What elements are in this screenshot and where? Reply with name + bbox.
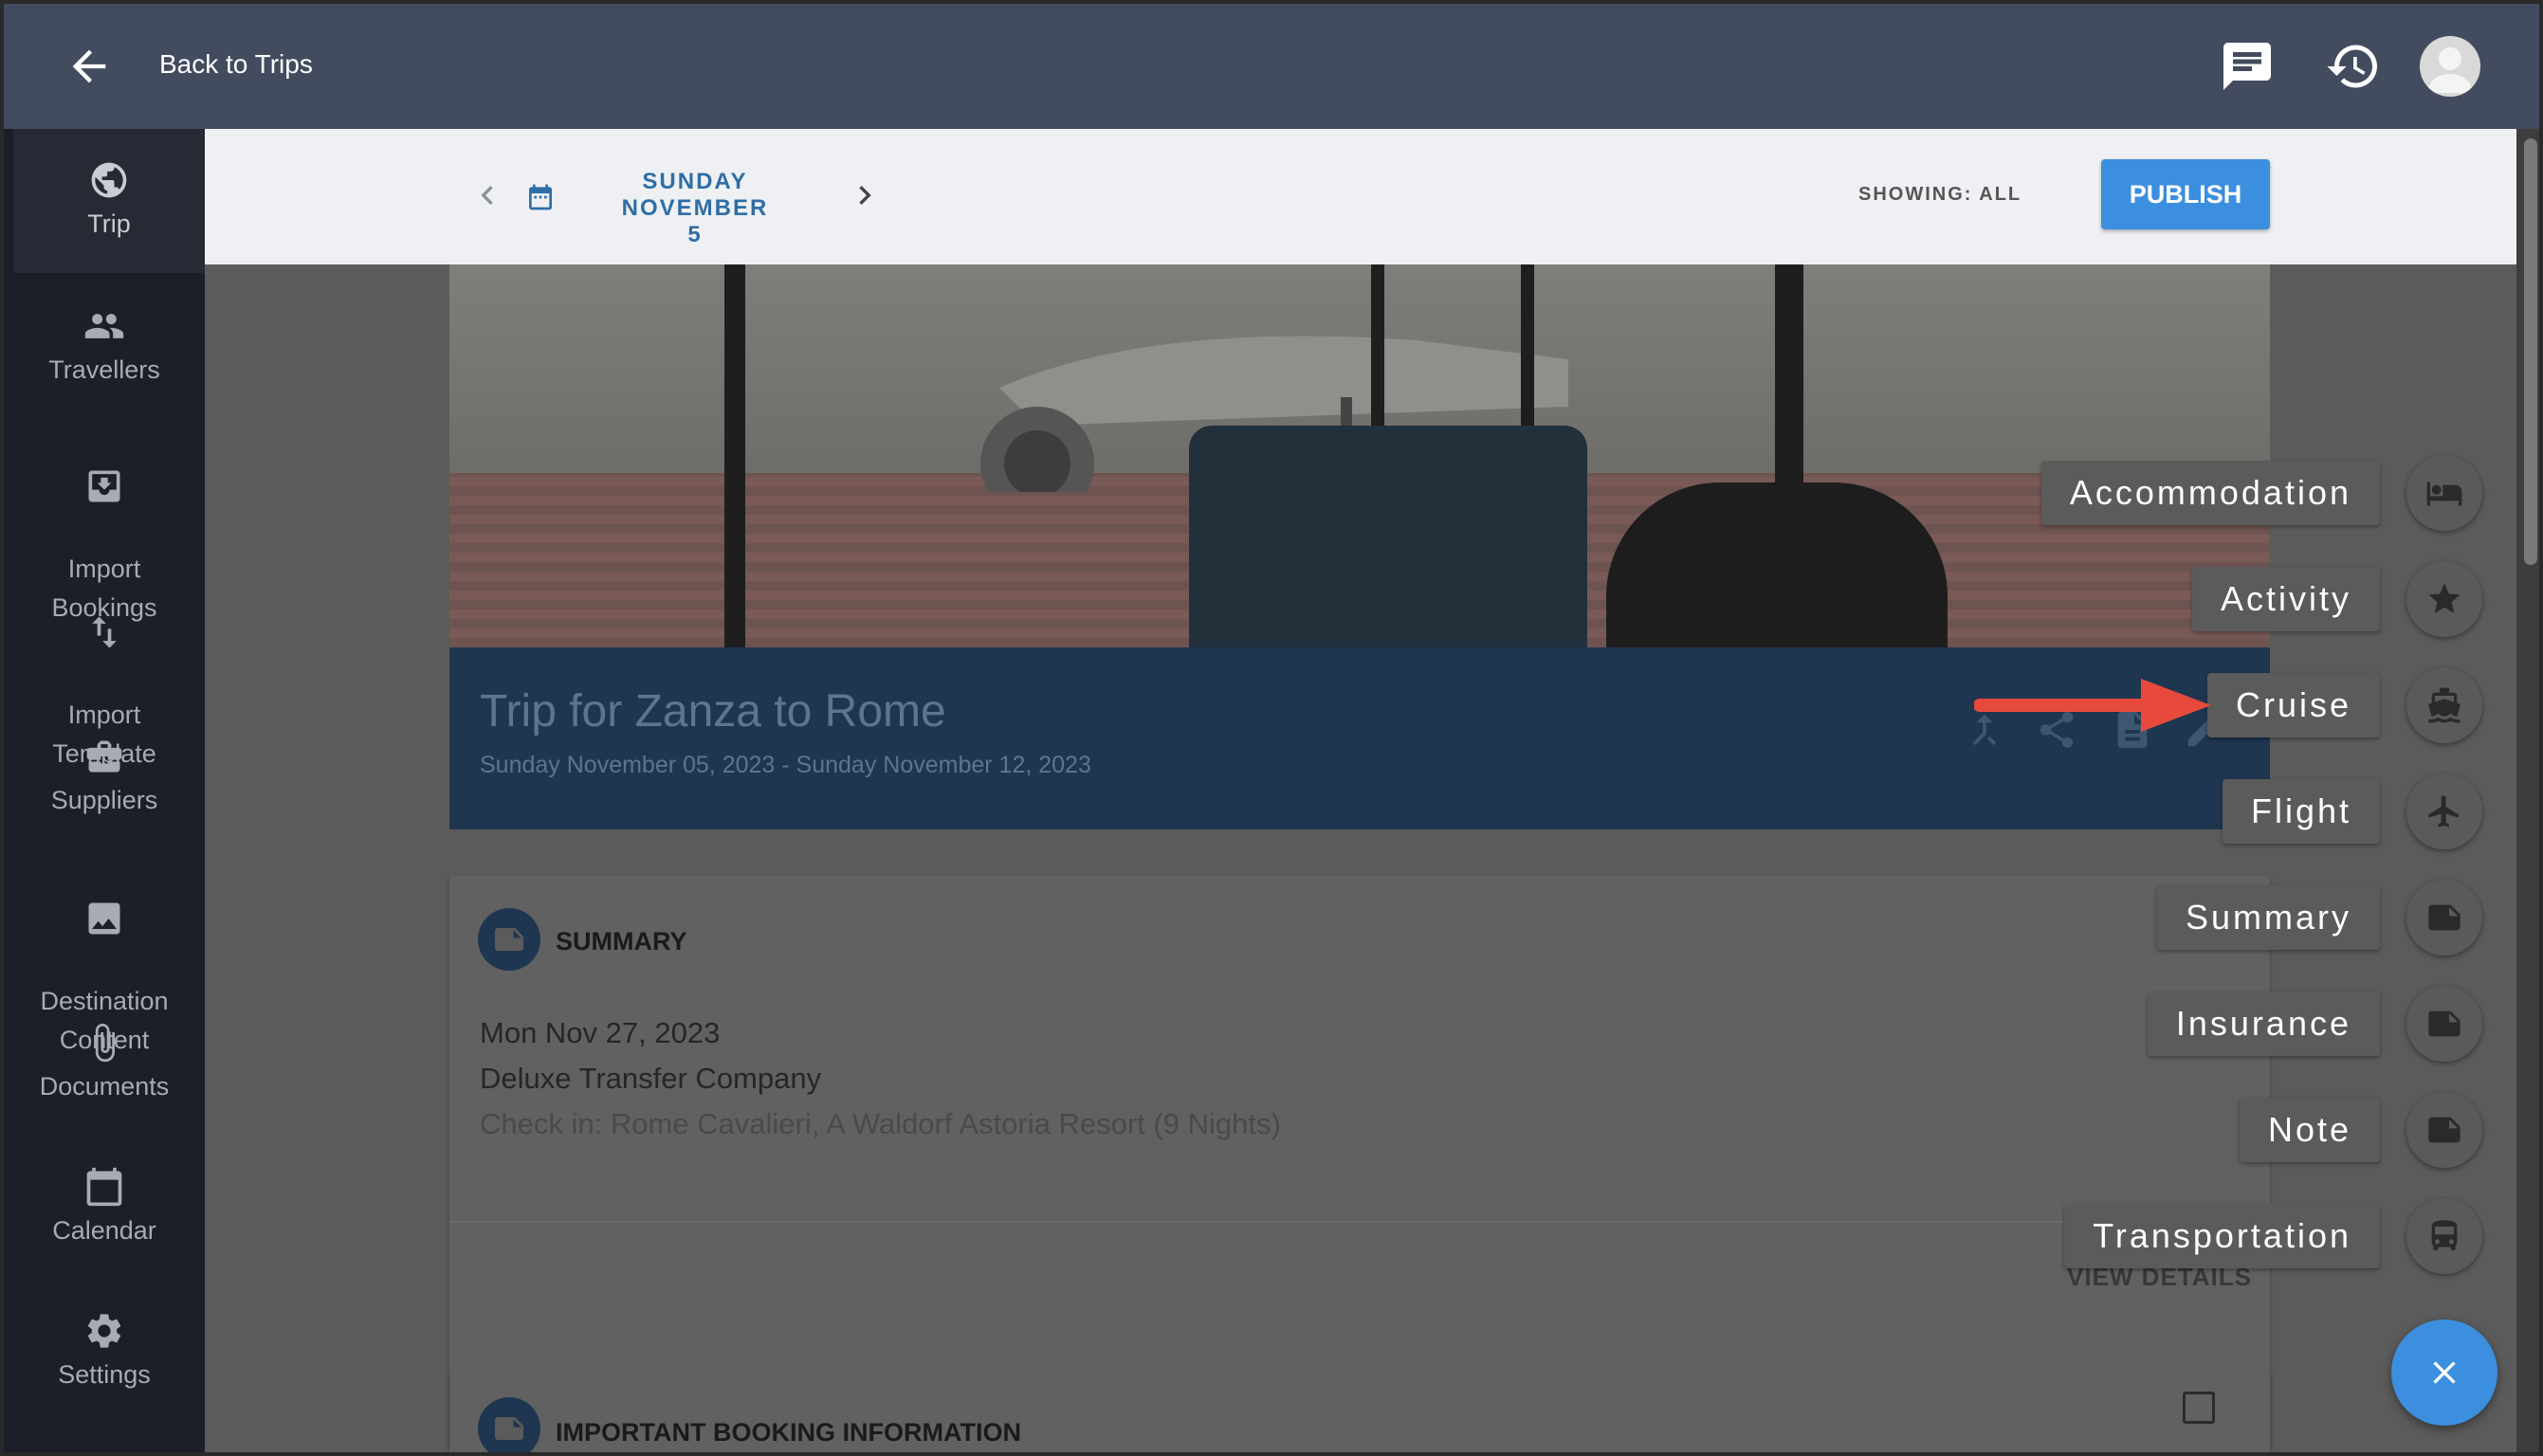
sidebar-item-trip[interactable]: Trip: [13, 129, 205, 273]
date-line-2: 5: [687, 222, 703, 247]
swap-vertical-icon: [92, 616, 117, 648]
dial-label-activity[interactable]: Activity: [2191, 567, 2380, 631]
previous-day-chevron-icon[interactable]: [468, 176, 506, 214]
note-icon: [2428, 904, 2461, 931]
summary-heading: SUMMARY: [556, 927, 687, 956]
summary-date: Mon Nov 27, 2023: [480, 1016, 721, 1049]
dial-label-cruise[interactable]: Cruise: [2206, 673, 2380, 737]
sidebar-item-documents[interactable]: Documents: [4, 1022, 205, 1106]
top-bar: Back to Trips: [4, 4, 2539, 129]
import-icon: [88, 470, 120, 502]
dial-label-transportation[interactable]: Transportation: [2064, 1204, 2380, 1268]
close-icon: [2433, 1361, 2456, 1384]
calendar-icon: [86, 1167, 122, 1207]
close-speed-dial-button[interactable]: [2391, 1320, 2497, 1426]
callout-arrow: [1974, 679, 2211, 732]
dial-label-flight[interactable]: Flight: [2222, 779, 2380, 844]
paperclip-icon: [95, 1023, 115, 1063]
booking-info-heading: IMPORTANT BOOKING INFORMATION: [556, 1418, 1021, 1447]
dial-button-summary[interactable]: [2406, 880, 2482, 956]
dial-button-transportation[interactable]: [2406, 1198, 2482, 1274]
dial-label-note[interactable]: Note: [2239, 1098, 2380, 1162]
dial-button-cruise[interactable]: [2406, 667, 2482, 743]
summary-checkin: Check in: Rome Cavalieri, A Waldorf Asto…: [480, 1107, 1281, 1140]
current-date[interactable]: SUNDAY NOVEMBER 5: [567, 169, 823, 248]
summary-note-icon: [478, 908, 540, 971]
sidebar-item-label: Suppliers: [50, 786, 158, 814]
dial-label-summary[interactable]: Summary: [2156, 885, 2380, 950]
airplane-icon: [2428, 795, 2459, 828]
dial-label-insurance[interactable]: Insurance: [2147, 992, 2380, 1056]
sidebar: Trip Travellers Import Bookings Import T…: [4, 129, 205, 1452]
sidebar-item-label: Travellers: [48, 355, 160, 384]
date-line-1: SUNDAY NOVEMBER: [621, 169, 769, 221]
sidebar-item-travellers[interactable]: Travellers: [4, 305, 205, 390]
showing-filter-label[interactable]: SHOWING: ALL: [1858, 184, 2022, 206]
people-icon: [84, 314, 124, 338]
sidebar-item-label: Trip: [87, 209, 131, 238]
star-icon: [2428, 583, 2461, 613]
booking-info-card: IMPORTANT BOOKING INFORMATION: [449, 1373, 2270, 1452]
history-icon[interactable]: [2325, 38, 2382, 95]
image-icon: [88, 902, 120, 935]
dial-button-insurance[interactable]: [2406, 986, 2482, 1062]
suitcase-photo: [1189, 426, 1587, 647]
summary-company: Deluxe Transfer Company: [480, 1062, 822, 1095]
sidebar-item-suppliers[interactable]: Suppliers: [4, 736, 205, 820]
note-icon: [2428, 1117, 2461, 1143]
gear-icon: [87, 1314, 121, 1348]
back-arrow-icon[interactable]: [64, 42, 114, 91]
sidebar-item-label: Settings: [58, 1360, 151, 1389]
dial-button-accommodation[interactable]: [2406, 455, 2482, 531]
bus-icon: [2431, 1220, 2458, 1250]
globe-icon: [91, 162, 127, 198]
sidebar-item-settings[interactable]: Settings: [4, 1310, 205, 1394]
date-navigation-bar: SUNDAY NOVEMBER 5 SHOWING: ALL PUBLISH: [205, 129, 2516, 264]
backpack-photo: [1606, 482, 1948, 647]
next-day-chevron-icon[interactable]: [846, 176, 884, 214]
sidebar-item-label: Calendar: [52, 1216, 156, 1245]
bed-icon: [2426, 482, 2462, 506]
sidebar-item-label: Documents: [39, 1072, 170, 1101]
dial-button-activity[interactable]: [2406, 561, 2482, 637]
calendar-icon[interactable]: [525, 182, 556, 212]
note-icon: [2428, 1010, 2461, 1037]
avatar[interactable]: [2420, 36, 2480, 97]
summary-card: SUMMARY Mon Nov 27, 2023 Deluxe Transfer…: [449, 876, 2270, 1448]
trip-dates: Sunday November 05, 2023 - Sunday Novemb…: [480, 752, 1091, 778]
scrollbar[interactable]: [2516, 129, 2539, 1452]
publish-button[interactable]: PUBLISH: [2101, 159, 2270, 229]
sidebar-item-calendar[interactable]: Calendar: [4, 1166, 205, 1250]
dial-button-flight[interactable]: [2406, 774, 2482, 849]
back-to-trips-link[interactable]: Back to Trips: [159, 49, 313, 80]
booking-info-checkbox[interactable]: [2183, 1392, 2215, 1424]
chat-icon[interactable]: [2219, 38, 2276, 95]
briefcase-icon: [86, 740, 122, 773]
trip-cover-image: [449, 264, 2270, 647]
trip-title: Trip for Zanza to Rome: [480, 686, 946, 737]
ship-icon: [2428, 687, 2461, 723]
dial-button-note[interactable]: [2406, 1092, 2482, 1168]
booking-note-icon: [478, 1397, 540, 1452]
app-window: Back to Trips Trip Travellers Import Boo…: [0, 0, 2543, 1456]
dial-label-accommodation[interactable]: Accommodation: [2040, 461, 2380, 525]
